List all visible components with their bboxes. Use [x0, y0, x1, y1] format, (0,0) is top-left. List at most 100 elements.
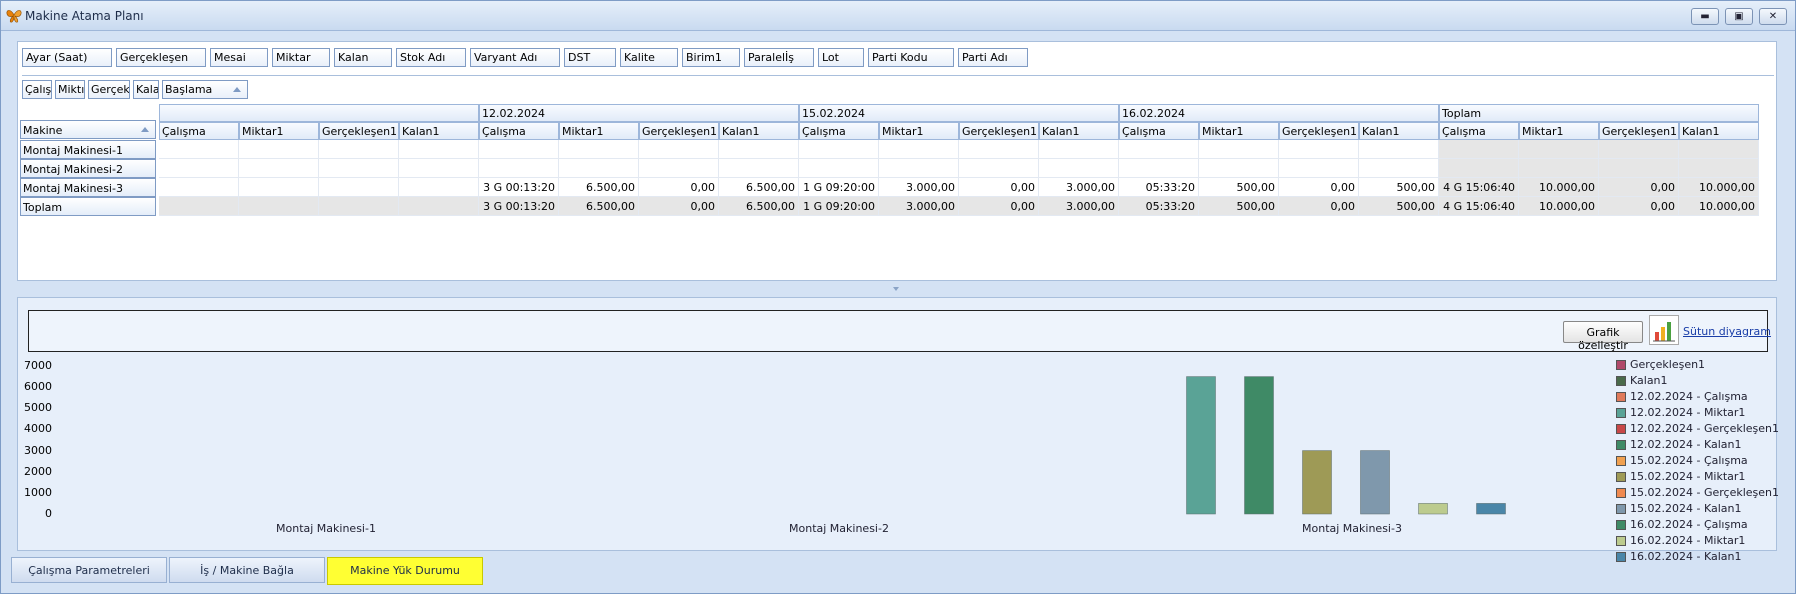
bar[interactable]: [1476, 503, 1506, 515]
data-cell[interactable]: [1679, 159, 1759, 178]
row-header[interactable]: Montaj Makinesi-2: [20, 159, 156, 178]
data-cell[interactable]: 4 G 15:06:40: [1439, 178, 1519, 197]
field-chip[interactable]: Lot: [818, 48, 864, 67]
data-cell[interactable]: 3 G 00:13:20: [479, 197, 559, 216]
column-field-chip[interactable]: Kala: [133, 80, 159, 99]
data-cell[interactable]: [959, 159, 1039, 178]
field-chip[interactable]: Gerçekleşen: [116, 48, 206, 67]
data-cell[interactable]: [319, 197, 399, 216]
column-field-chip[interactable]: Çalışı: [22, 80, 52, 99]
data-cell[interactable]: [799, 159, 879, 178]
data-cell[interactable]: [239, 197, 319, 216]
data-cell[interactable]: 05:33:20: [1119, 197, 1199, 216]
data-cell[interactable]: 500,00: [1199, 178, 1279, 197]
data-cell[interactable]: [319, 159, 399, 178]
data-cell[interactable]: [639, 159, 719, 178]
data-cell[interactable]: 6.500,00: [559, 197, 639, 216]
data-cell[interactable]: [319, 178, 399, 197]
data-cell[interactable]: [719, 140, 799, 159]
data-cell[interactable]: [1279, 140, 1359, 159]
panel-splitter[interactable]: [17, 285, 1777, 295]
column-field-chip[interactable]: Gerçekl: [88, 80, 130, 99]
field-chip[interactable]: Parti Adı: [958, 48, 1028, 67]
data-cell[interactable]: [1039, 140, 1119, 159]
data-cell[interactable]: [159, 140, 239, 159]
column-field-chip[interactable]: Miktı: [55, 80, 85, 99]
data-cell[interactable]: [399, 140, 479, 159]
row-header[interactable]: Toplam: [20, 197, 156, 216]
data-cell[interactable]: [1359, 140, 1439, 159]
data-cell[interactable]: [1439, 159, 1519, 178]
field-chip[interactable]: Paralelİş: [744, 48, 814, 67]
data-cell[interactable]: [1439, 140, 1519, 159]
data-cell[interactable]: [239, 159, 319, 178]
field-chip[interactable]: Parti Kodu: [868, 48, 954, 67]
data-cell[interactable]: 1 G 09:20:00: [799, 178, 879, 197]
bar[interactable]: [1418, 503, 1448, 515]
data-cell[interactable]: [479, 159, 559, 178]
data-cell[interactable]: 3.000,00: [1039, 178, 1119, 197]
data-cell[interactable]: [159, 197, 239, 216]
tab-makine-yuk-durumu[interactable]: Makine Yük Durumu: [327, 557, 483, 585]
tab-calisma-parametreleri[interactable]: Çalışma Parametreleri: [11, 557, 167, 583]
column-field-chip[interactable]: Başlama: [162, 80, 248, 99]
data-cell[interactable]: 3 G 00:13:20: [479, 178, 559, 197]
data-cell[interactable]: [1359, 159, 1439, 178]
data-cell[interactable]: [159, 159, 239, 178]
data-cell[interactable]: [1599, 140, 1679, 159]
data-cell[interactable]: 500,00: [1359, 178, 1439, 197]
data-cell[interactable]: 10.000,00: [1679, 178, 1759, 197]
field-chip[interactable]: DST: [564, 48, 616, 67]
data-cell[interactable]: 1 G 09:20:00: [799, 197, 879, 216]
field-chip[interactable]: Birim1: [682, 48, 740, 67]
data-cell[interactable]: [399, 159, 479, 178]
data-cell[interactable]: 3.000,00: [1039, 197, 1119, 216]
data-cell[interactable]: [959, 140, 1039, 159]
data-cell[interactable]: [719, 159, 799, 178]
data-cell[interactable]: [319, 140, 399, 159]
row-field-header[interactable]: Makine: [20, 120, 156, 139]
minimize-button[interactable]: ▬: [1691, 8, 1719, 25]
data-cell[interactable]: 0,00: [639, 197, 719, 216]
bar[interactable]: [1244, 376, 1274, 515]
close-button[interactable]: ✕: [1759, 8, 1787, 25]
row-header[interactable]: Montaj Makinesi-1: [20, 140, 156, 159]
data-cell[interactable]: 0,00: [1279, 197, 1359, 216]
data-cell[interactable]: [239, 178, 319, 197]
data-cell[interactable]: [479, 140, 559, 159]
tab-is-makine-bagla[interactable]: İş / Makine Bağla: [169, 557, 325, 583]
data-cell[interactable]: 0,00: [1279, 178, 1359, 197]
field-chip[interactable]: Mesai: [210, 48, 268, 67]
data-cell[interactable]: [559, 159, 639, 178]
field-chip[interactable]: Kalan: [334, 48, 392, 67]
data-cell[interactable]: 500,00: [1359, 197, 1439, 216]
data-cell[interactable]: [1199, 159, 1279, 178]
bar-chart-icon[interactable]: [1649, 315, 1679, 345]
bar[interactable]: [1302, 450, 1332, 515]
data-cell[interactable]: 0,00: [639, 178, 719, 197]
data-cell[interactable]: 500,00: [1199, 197, 1279, 216]
data-cell[interactable]: [1679, 140, 1759, 159]
data-cell[interactable]: 6.500,00: [719, 197, 799, 216]
customize-chart-button[interactable]: Grafik özelleştir: [1563, 321, 1643, 352]
data-cell[interactable]: [1279, 159, 1359, 178]
data-cell[interactable]: [639, 140, 719, 159]
data-cell[interactable]: 0,00: [1599, 178, 1679, 197]
bar[interactable]: [1360, 450, 1390, 515]
data-cell[interactable]: [239, 140, 319, 159]
field-chip[interactable]: Ayar (Saat): [22, 48, 112, 67]
data-cell[interactable]: [1199, 140, 1279, 159]
row-header[interactable]: Montaj Makinesi-3: [20, 178, 156, 197]
data-cell[interactable]: [1519, 140, 1599, 159]
data-cell[interactable]: [1119, 159, 1199, 178]
data-cell[interactable]: 3.000,00: [879, 178, 959, 197]
data-cell[interactable]: [879, 140, 959, 159]
field-chip[interactable]: Stok Adı: [396, 48, 466, 67]
maximize-button[interactable]: ▣: [1725, 8, 1753, 25]
data-cell[interactable]: 0,00: [959, 197, 1039, 216]
bar[interactable]: [1186, 376, 1216, 515]
data-cell[interactable]: 4 G 15:06:40: [1439, 197, 1519, 216]
data-cell[interactable]: 0,00: [1599, 197, 1679, 216]
data-cell[interactable]: [399, 178, 479, 197]
field-chip[interactable]: Varyant Adı: [470, 48, 560, 67]
